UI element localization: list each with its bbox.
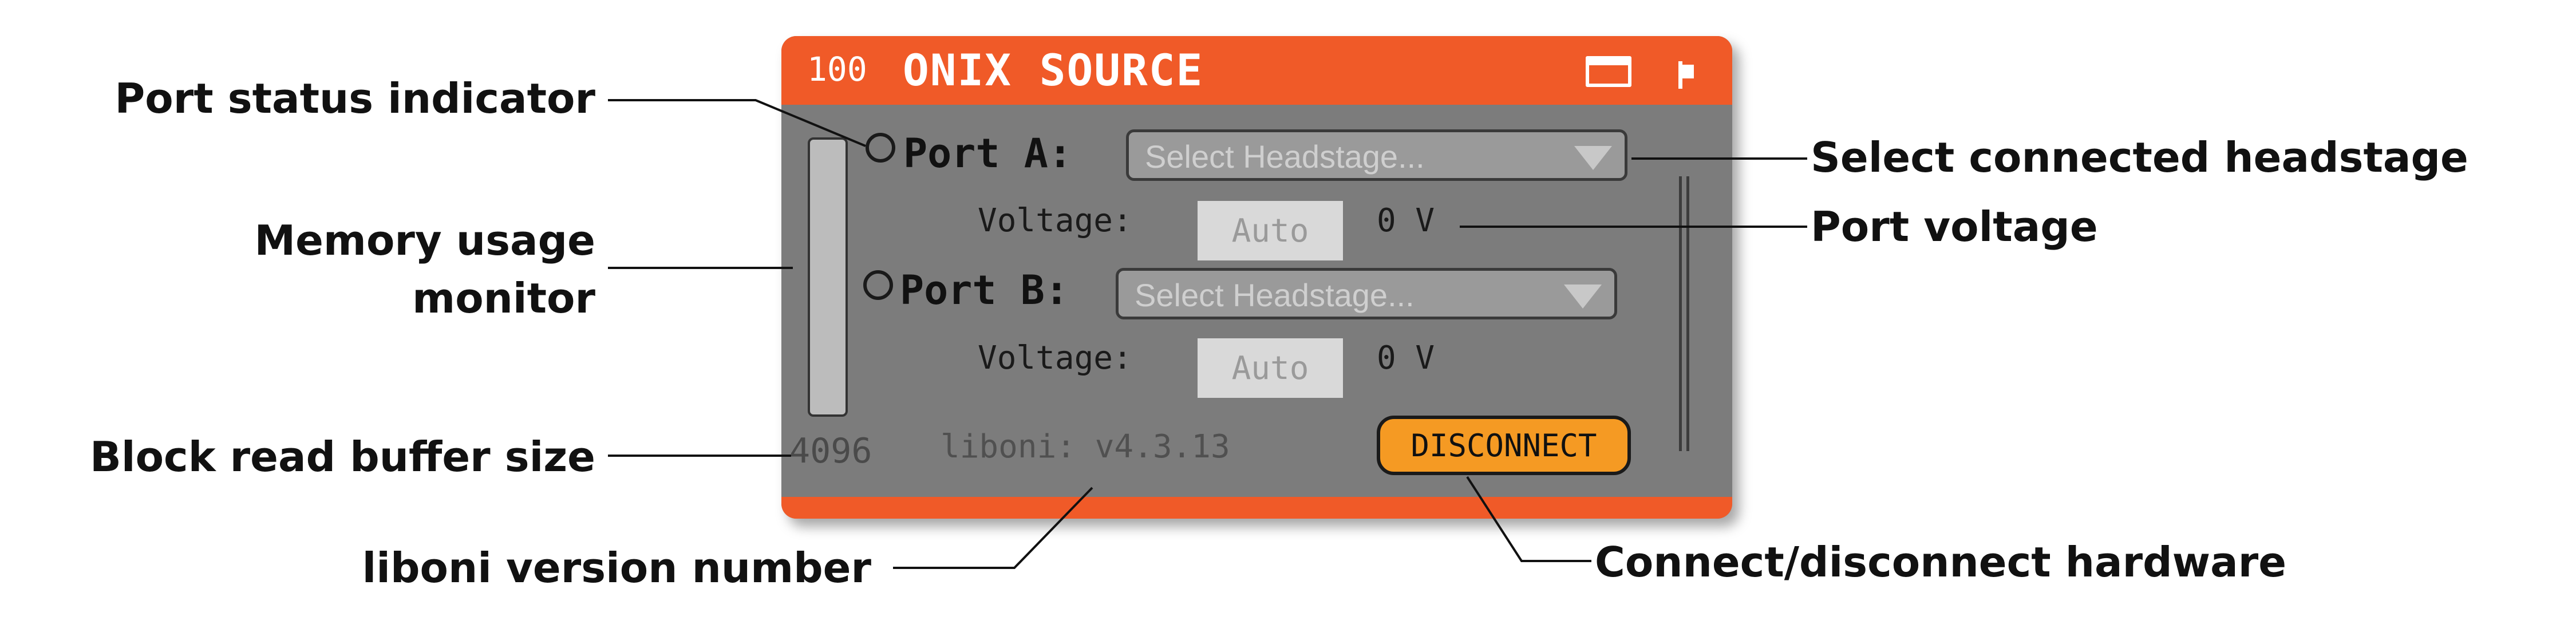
annotation-connect-disconnect: Connect/disconnect hardware (1595, 538, 2287, 586)
leader-port-status (608, 99, 866, 147)
annotation-memory-usage-1: Memory usage (254, 216, 595, 264)
leader-liboni-version (893, 487, 1093, 569)
annotation-block-read: Block read buffer size (90, 433, 595, 481)
annotation-port-voltage: Port voltage (1811, 203, 2098, 251)
annotation-select-headstage: Select connected headstage (1811, 133, 2468, 181)
annotation-port-status: Port status indicator (114, 74, 596, 123)
annotation-memory-usage-2: monitor (412, 274, 595, 322)
annotation-liboni-version: liboni version number (362, 544, 871, 592)
leader-connect-disconnect (1466, 476, 1591, 562)
